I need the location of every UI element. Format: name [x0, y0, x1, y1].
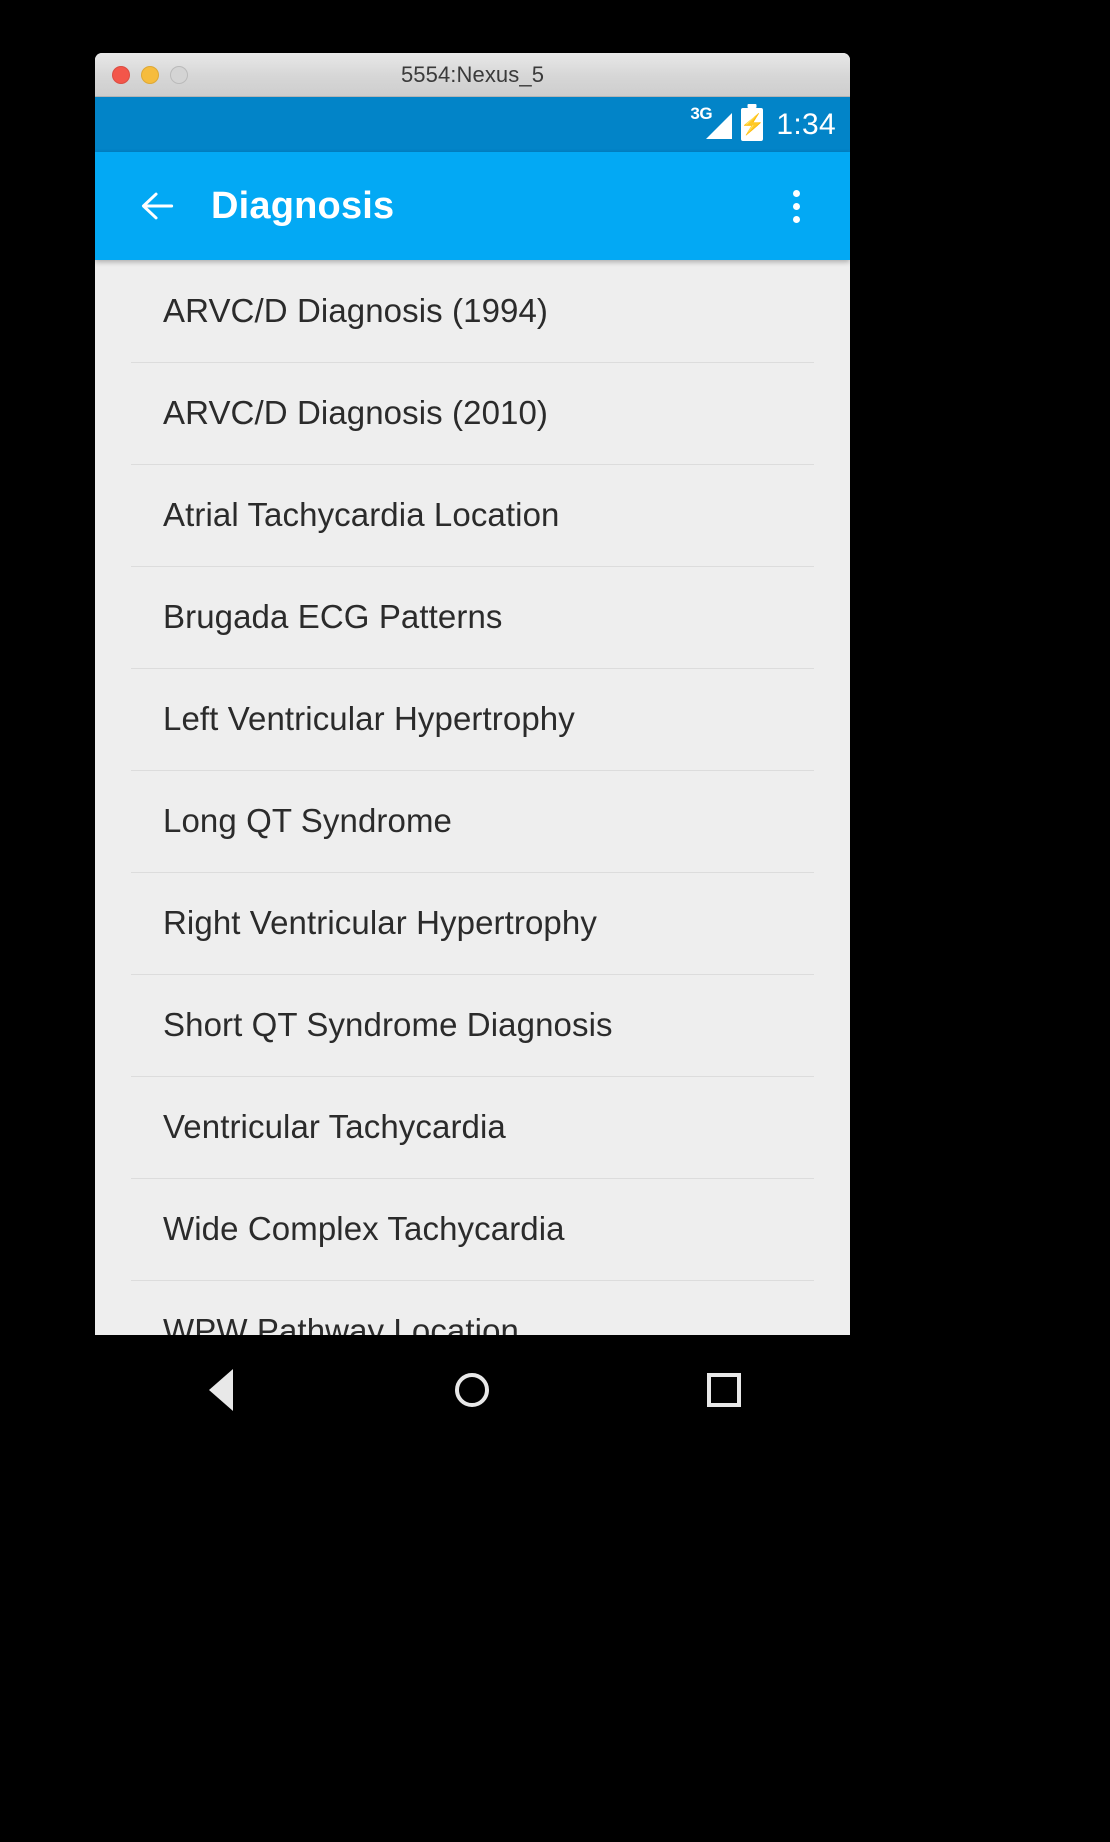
list-item-label: WPW Pathway Location: [163, 1312, 519, 1335]
back-triangle-shape: [208, 1369, 233, 1411]
list-item-label: Atrial Tachycardia Location: [163, 496, 560, 533]
signal-3g-icon: 3G: [690, 105, 733, 142]
list-item-label: ARVC/D Diagnosis (2010): [163, 394, 549, 431]
android-navigation-bar: [95, 1335, 850, 1445]
list-item-long-qt-syndrome[interactable]: Long QT Syndrome: [95, 770, 850, 872]
emulator-window: 5554:Nexus_5 3G ⚡ 1:34 Diagnosis ARVC/D …: [95, 53, 850, 1335]
overflow-dot: [792, 189, 800, 197]
list-item-arvc-d-2010[interactable]: ARVC/D Diagnosis (2010): [95, 362, 850, 464]
list-item-label: Ventricular Tachycardia: [163, 1108, 506, 1145]
list-item-label: Left Ventricular Hypertrophy: [163, 700, 575, 737]
list-item-wpw-pathway-location[interactable]: WPW Pathway Location: [95, 1280, 850, 1335]
list-item-label: Long QT Syndrome: [163, 802, 452, 839]
nav-back-icon[interactable]: [161, 1350, 281, 1430]
nav-home-icon[interactable]: [412, 1350, 532, 1430]
list-item-left-ventricular-hypertrophy[interactable]: Left Ventricular Hypertrophy: [95, 668, 850, 770]
list-item-brugada-ecg-patterns[interactable]: Brugada ECG Patterns: [95, 566, 850, 668]
android-status-bar: 3G ⚡ 1:34: [95, 97, 850, 152]
page-title: Diagnosis: [211, 184, 395, 227]
list-item-wide-complex-tachycardia[interactable]: Wide Complex Tachycardia: [95, 1178, 850, 1280]
signal-bars-shape: [706, 112, 733, 139]
list-item-label: Wide Complex Tachycardia: [163, 1210, 565, 1247]
app-bar: Diagnosis: [95, 152, 850, 260]
list-item-right-ventricular-hypertrophy[interactable]: Right Ventricular Hypertrophy: [95, 872, 850, 974]
lightning-bolt-icon: ⚡: [739, 113, 765, 136]
overflow-dot: [792, 202, 800, 210]
diagnosis-list[interactable]: ARVC/D Diagnosis (1994) ARVC/D Diagnosis…: [95, 260, 850, 1335]
status-bar-right-group: 3G ⚡ 1:34: [690, 105, 836, 142]
recents-square-shape: [707, 1373, 742, 1407]
list-item-ventricular-tachycardia[interactable]: Ventricular Tachycardia: [95, 1076, 850, 1178]
back-arrow-icon[interactable]: [133, 182, 181, 230]
nav-recents-icon[interactable]: [664, 1350, 784, 1430]
list-item-label: Brugada ECG Patterns: [163, 598, 503, 635]
window-titlebar: 5554:Nexus_5: [95, 53, 850, 97]
list-item-atrial-tachycardia-location[interactable]: Atrial Tachycardia Location: [95, 464, 850, 566]
more-vertical-icon[interactable]: [774, 178, 818, 234]
list-item-arvc-d-1994[interactable]: ARVC/D Diagnosis (1994): [95, 260, 850, 362]
list-item-label: ARVC/D Diagnosis (1994): [163, 292, 549, 329]
status-bar-clock: 1:34: [776, 107, 836, 141]
overflow-dot: [792, 215, 800, 223]
home-circle-shape: [455, 1373, 490, 1407]
list-item-label: Right Ventricular Hypertrophy: [163, 904, 597, 941]
window-title: 5554:Nexus_5: [400, 61, 545, 87]
list-item-short-qt-syndrome-diagnosis[interactable]: Short QT Syndrome Diagnosis: [95, 974, 850, 1076]
battery-charging-icon: ⚡: [739, 108, 765, 141]
list-item-label: Short QT Syndrome Diagnosis: [163, 1006, 613, 1043]
